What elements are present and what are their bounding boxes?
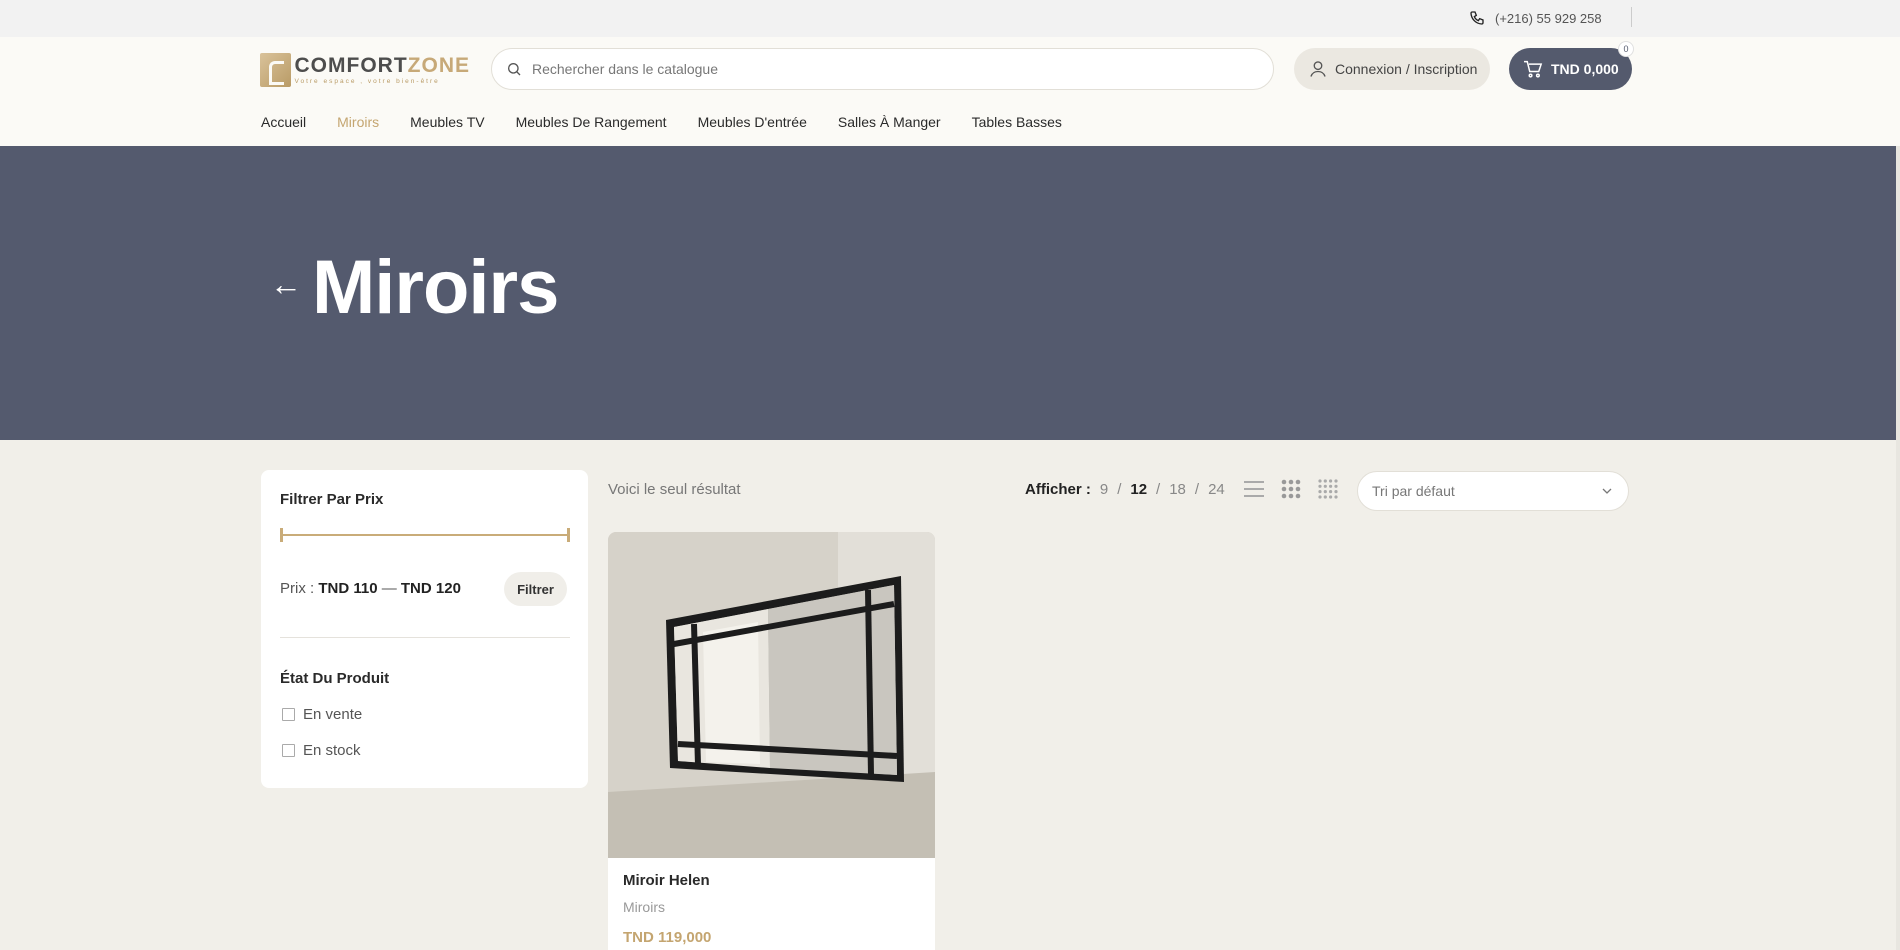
in-stock-checkbox[interactable] <box>282 744 295 757</box>
per-page-option[interactable]: 9 <box>1100 481 1108 498</box>
nav-item-meubles-dentree[interactable]: Meubles D'entrée <box>698 114 807 134</box>
product-status-title: État Du Produit <box>280 670 390 687</box>
per-page-separator: / <box>1194 481 1200 498</box>
per-page-selector: Afficher : 9 / 12 / 18 / 24 <box>1025 481 1225 498</box>
on-sale-label: En vente <box>303 706 363 723</box>
price-range-label: Prix : TND 110 — TND 120 <box>280 580 461 597</box>
price-range-slider[interactable] <box>280 528 570 542</box>
cart-button[interactable]: TND 0,000 0 <box>1509 41 1634 90</box>
user-icon <box>1310 61 1326 77</box>
nav-item-miroirs[interactable]: Miroirs <box>337 114 379 134</box>
filter-button[interactable]: Filtrer <box>504 572 567 606</box>
product-price: TND 119,000 <box>623 929 712 946</box>
filter-in-stock[interactable]: En stock <box>282 742 361 759</box>
product-card[interactable]: Miroir Helen Miroirs TND 119,000 <box>608 532 935 950</box>
sidebar-divider <box>280 637 570 638</box>
sort-selected-value: Tri par défaut <box>1372 483 1455 499</box>
filter-on-sale[interactable]: En vente <box>282 706 362 723</box>
site-header: COMFORTZONE Votre espace , votre bien-êt… <box>0 37 1900 146</box>
back-arrow-icon[interactable]: ← <box>270 268 302 300</box>
nav-item-accueil[interactable]: Accueil <box>261 114 306 134</box>
phone-icon <box>1470 11 1484 25</box>
logo-word-2: ZONE <box>407 53 470 77</box>
logo-word-1: COMFORT <box>294 53 408 77</box>
grid-4-view-icon[interactable] <box>1317 478 1339 500</box>
login-button[interactable]: Connexion / Inscription <box>1294 48 1490 90</box>
per-page-separator: / <box>1117 481 1122 498</box>
on-sale-checkbox[interactable] <box>282 708 295 721</box>
mirror-photo-illustration <box>608 532 935 858</box>
product-image[interactable] <box>608 532 935 858</box>
search-input[interactable] <box>532 61 1273 77</box>
logo-tagline: Votre espace , votre bien-être <box>294 77 440 85</box>
page-hero: ← Miroirs <box>0 146 1900 440</box>
per-page-option[interactable]: 24 <box>1208 481 1225 498</box>
scrollbar[interactable] <box>1896 146 1900 950</box>
main-nav: Accueil Miroirs Meubles TV Meubles De Ra… <box>261 114 1062 134</box>
results-count: Voici le seul résultat <box>608 481 741 498</box>
sort-select[interactable]: Tri par défaut <box>1357 471 1629 511</box>
grid-3-view-icon[interactable] <box>1280 478 1302 500</box>
nav-item-meubles-de-rangement[interactable]: Meubles De Rangement <box>516 114 667 134</box>
site-logo[interactable]: COMFORTZONE Votre espace , votre bien-êt… <box>260 52 470 88</box>
per-page-separator: / <box>1156 481 1161 498</box>
phone-number: (+216) 55 929 258 <box>1495 10 1602 26</box>
product-name[interactable]: Miroir Helen <box>623 872 710 889</box>
page-title: Miroirs <box>312 245 559 330</box>
per-page-option[interactable]: 18 <box>1169 481 1186 498</box>
price-min: TND 110 <box>318 580 378 597</box>
price-separator: — <box>381 580 397 597</box>
view-mode-switcher <box>1243 478 1339 500</box>
cart-icon <box>1524 60 1543 78</box>
search-bar <box>491 48 1274 90</box>
list-view-icon[interactable] <box>1243 478 1265 500</box>
price-prefix: Prix : <box>280 580 315 597</box>
chevron-down-icon <box>1602 488 1612 494</box>
price-filter-title: Filtrer Par Prix <box>280 491 384 508</box>
nav-item-tables-basses[interactable]: Tables Basses <box>972 114 1062 134</box>
phone-contact[interactable]: (+216) 55 929 258 <box>1469 8 1602 28</box>
topbar-divider <box>1631 7 1632 27</box>
product-category[interactable]: Miroirs <box>623 899 665 915</box>
login-label: Connexion / Inscription <box>1335 61 1478 77</box>
cart-total: TND 0,000 <box>1551 61 1619 77</box>
nav-item-salles-a-manger[interactable]: Salles À Manger <box>838 114 941 134</box>
per-page-label: Afficher : <box>1025 481 1091 498</box>
search-icon[interactable] <box>506 61 522 77</box>
per-page-option-active[interactable]: 12 <box>1130 481 1147 498</box>
logo-mark-icon <box>260 53 291 87</box>
cart-count-badge: 0 <box>1618 41 1634 57</box>
price-max: TND 120 <box>400 580 461 597</box>
in-stock-label: En stock <box>303 742 361 759</box>
price-slider-max-handle[interactable] <box>567 528 570 542</box>
price-slider-min-handle[interactable] <box>280 528 283 542</box>
nav-item-meubles-tv[interactable]: Meubles TV <box>410 114 484 134</box>
top-bar: (+216) 55 929 258 <box>0 0 1900 37</box>
filter-sidebar: Filtrer Par Prix Prix : TND 110 — TND 12… <box>261 470 588 788</box>
